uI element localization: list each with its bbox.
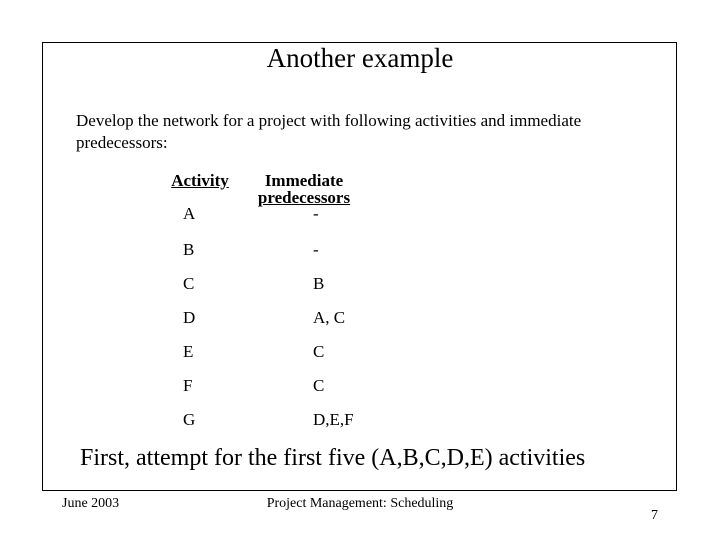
activity-cell: C — [183, 274, 195, 293]
activity-cell: G — [183, 410, 196, 429]
activity-cell: A — [183, 204, 196, 223]
header-predecessors: Immediate predecessors — [248, 172, 360, 206]
table-row: F C — [0, 376, 720, 396]
activity-cell: E — [183, 342, 194, 361]
table-row: B - — [0, 240, 720, 260]
intro-text: Develop the network for a project with f… — [76, 111, 582, 152]
table-row: D A, C — [0, 308, 720, 328]
predecessors-cell: A, C — [313, 308, 346, 327]
predecessors-cell: - — [313, 204, 319, 223]
table-row: E C — [0, 342, 720, 362]
slide-title: Another example — [266, 43, 454, 73]
activity-cell: F — [183, 376, 193, 395]
activity-cell: B — [183, 240, 195, 259]
table-row: G D,E,F — [0, 410, 720, 430]
predecessors-cell: D,E,F — [313, 410, 354, 429]
predecessors-cell: - — [313, 240, 319, 259]
activity-cell: D — [183, 308, 196, 327]
predecessors-cell: C — [313, 342, 325, 361]
table-row: A - — [0, 204, 720, 224]
footer-title: Project Management: Scheduling — [266, 496, 454, 511]
predecessors-cell: B — [313, 274, 325, 293]
page-number: 7 — [651, 508, 658, 523]
table-row: C B — [0, 274, 720, 294]
closing-text: First, attempt for the first five (A,B,C… — [80, 445, 586, 471]
predecessors-cell: C — [313, 376, 325, 395]
header-activity: Activity — [171, 171, 229, 190]
